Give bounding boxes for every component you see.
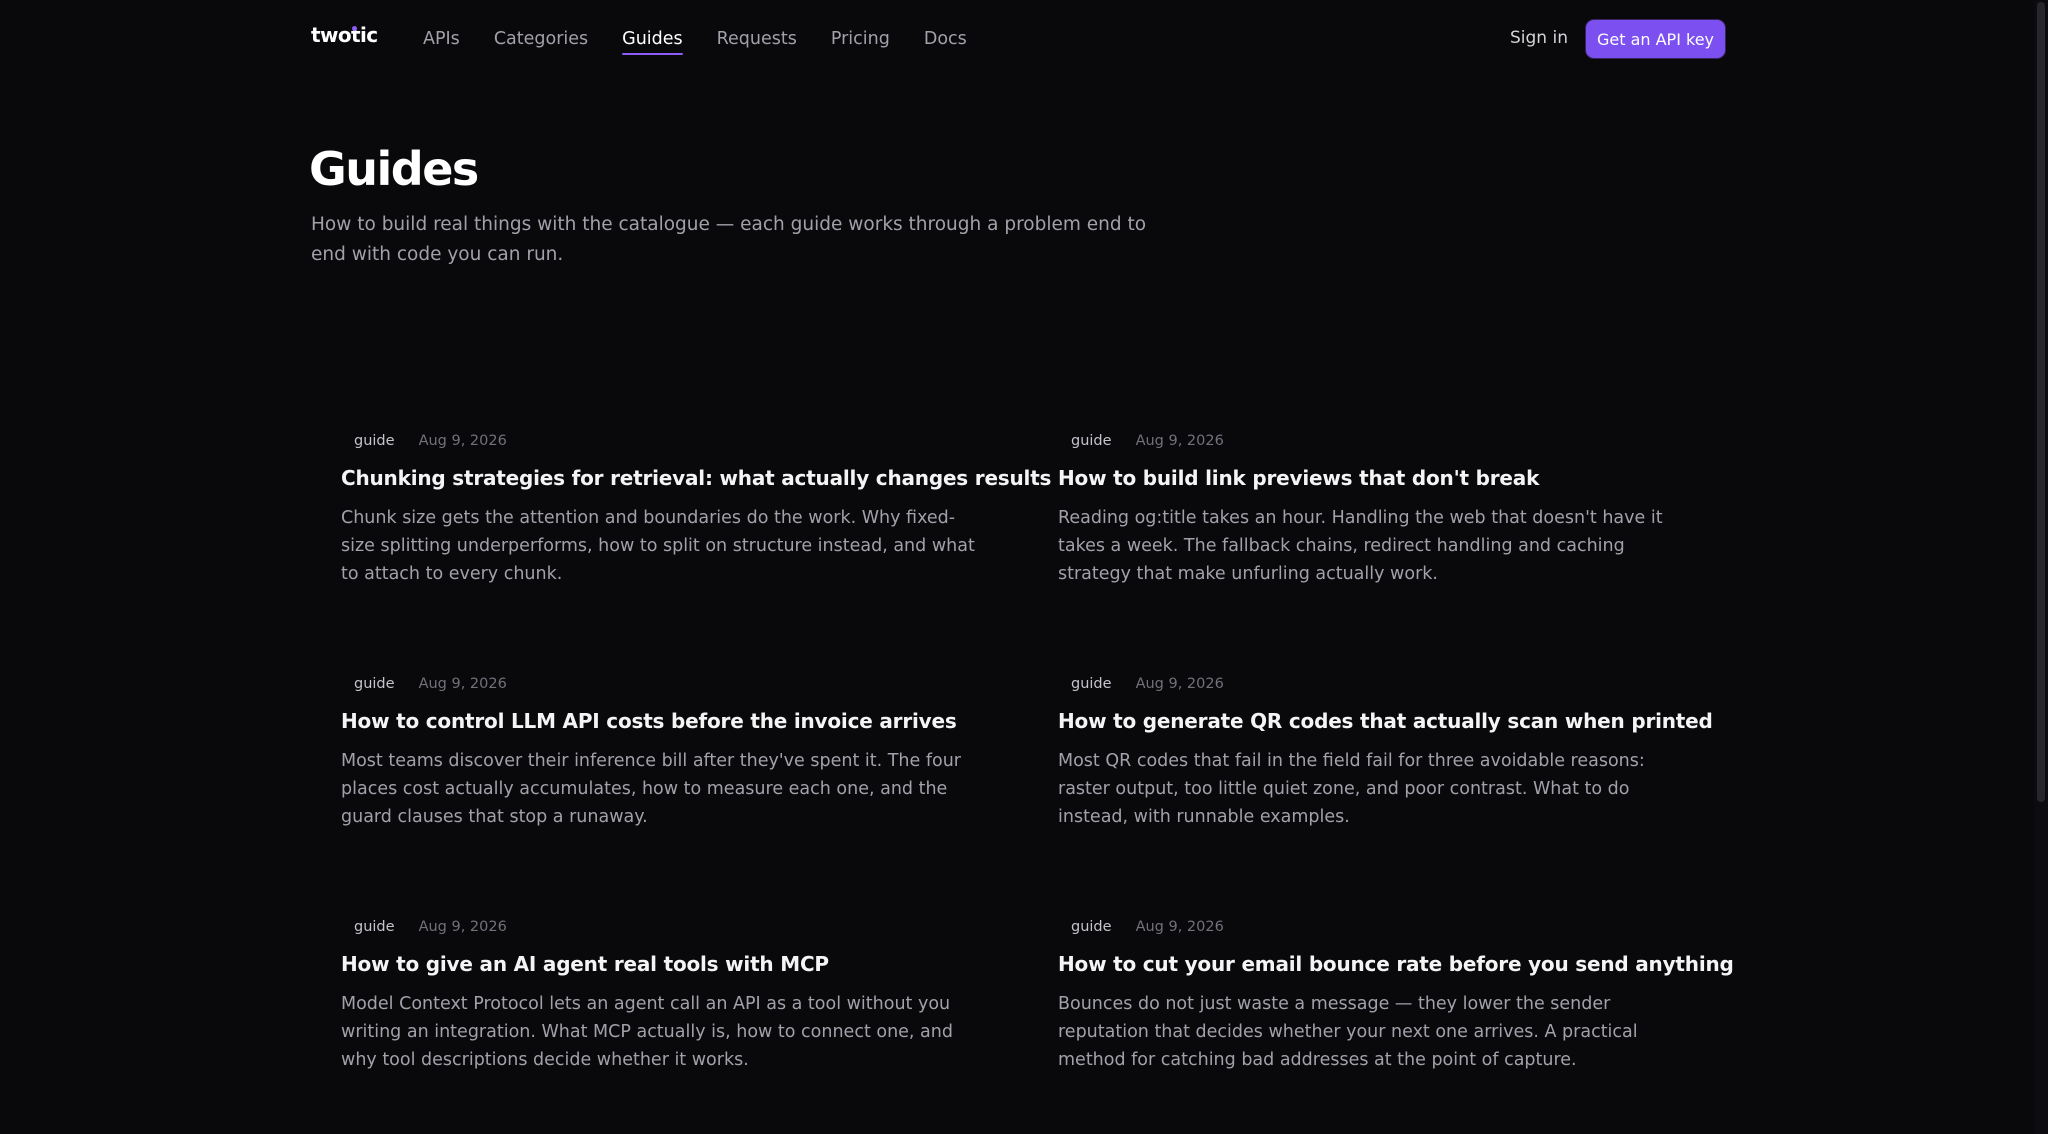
scrollbar-thumb[interactable]	[2037, 2, 2045, 802]
logo-dot-icon	[352, 26, 357, 31]
guide-description: Model Context Protocol lets an agent cal…	[341, 994, 953, 1070]
guide-description: Chunk size gets the attention and bounda…	[341, 508, 975, 584]
guide-tag: guide	[1071, 676, 1112, 692]
logo[interactable]: twotic	[311, 23, 378, 47]
guide-date: Aug 9, 2026	[418, 919, 507, 935]
page-title: Guides	[309, 142, 479, 196]
guide-card[interactable]: guide Aug 9, 2026 Chunking strategies fo…	[341, 428, 1051, 628]
page-subtitle: How to build real things with the catalo…	[311, 214, 1147, 265]
guide-meta: guide Aug 9, 2026	[1058, 428, 1224, 454]
guide-title[interactable]: How to build link previews that don't br…	[1058, 466, 1778, 490]
main-nav: APIs Categories Guides Requests Pricing …	[423, 26, 1001, 55]
guide-description: Reading og:title takes an hour. Handling…	[1058, 508, 1663, 584]
guide-meta: guide Aug 9, 2026	[1058, 671, 1224, 697]
get-api-key-button[interactable]: Get an API key	[1586, 20, 1725, 58]
nav-item-apis[interactable]: APIs	[423, 26, 460, 52]
sign-in-link[interactable]: Sign in	[1510, 28, 1568, 48]
guide-title[interactable]: How to control LLM API costs before the …	[341, 709, 1061, 733]
top-navigation-bar: twotic APIs Categories Guides Requests P…	[0, 0, 2048, 78]
guide-card[interactable]: guide Aug 9, 2026 How to build link prev…	[1058, 428, 1718, 628]
guide-date: Aug 9, 2026	[1135, 433, 1224, 449]
guide-date: Aug 9, 2026	[418, 433, 507, 449]
guide-title[interactable]: Chunking strategies for retrieval: what …	[341, 466, 1061, 490]
guide-date: Aug 9, 2026	[1135, 919, 1224, 935]
nav-item-requests[interactable]: Requests	[717, 26, 797, 52]
guide-tag: guide	[354, 919, 395, 935]
nav-item-docs[interactable]: Docs	[924, 26, 967, 52]
guide-card[interactable]: guide Aug 9, 2026 How to cut your email …	[1058, 914, 1734, 1114]
guide-title[interactable]: How to give an AI agent real tools with …	[341, 952, 1061, 976]
guide-card[interactable]: guide Aug 9, 2026 How to give an AI agen…	[341, 914, 1001, 1114]
guide-date: Aug 9, 2026	[1135, 676, 1224, 692]
guide-meta: guide Aug 9, 2026	[341, 671, 507, 697]
nav-item-categories[interactable]: Categories	[494, 26, 588, 52]
guide-date: Aug 9, 2026	[418, 676, 507, 692]
guide-tag: guide	[1071, 433, 1112, 449]
guide-description: Most QR codes that fail in the field fai…	[1058, 751, 1645, 827]
guide-tag: guide	[1071, 919, 1112, 935]
guide-meta: guide Aug 9, 2026	[341, 428, 507, 454]
guide-card[interactable]: guide Aug 9, 2026 How to control LLM API…	[341, 671, 1001, 871]
guide-title[interactable]: How to cut your email bounce rate before…	[1058, 952, 1778, 976]
guide-card[interactable]: guide Aug 9, 2026 How to generate QR cod…	[1058, 671, 1718, 871]
guide-description: Bounces do not just waste a message — th…	[1058, 994, 1638, 1070]
guide-meta: guide Aug 9, 2026	[341, 914, 507, 940]
nav-item-pricing[interactable]: Pricing	[831, 26, 890, 52]
guide-meta: guide Aug 9, 2026	[1058, 914, 1224, 940]
guide-tag: guide	[354, 433, 395, 449]
guide-title[interactable]: How to generate QR codes that actually s…	[1058, 709, 1778, 733]
guide-description: Most teams discover their inference bill…	[341, 751, 961, 827]
logo-text: twotic	[311, 23, 378, 47]
vertical-scrollbar[interactable]	[2034, 0, 2048, 1134]
guide-tag: guide	[354, 676, 395, 692]
nav-item-guides[interactable]: Guides	[622, 26, 683, 55]
